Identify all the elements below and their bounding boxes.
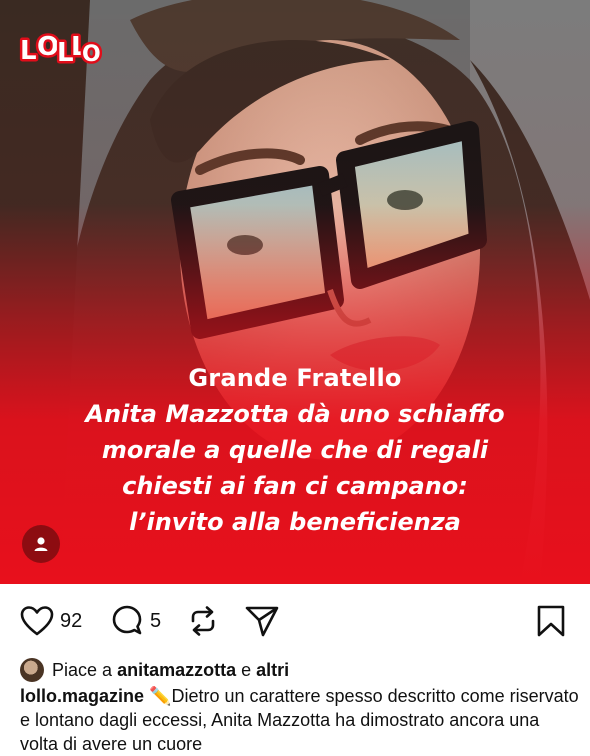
svg-text:L: L [20, 36, 37, 66]
share-button[interactable] [244, 584, 280, 658]
comment-button[interactable]: 5 [110, 584, 161, 658]
headline-line: Anita Mazzotta dà uno schiaffo [85, 400, 505, 428]
comment-count: 5 [150, 609, 162, 632]
likes-user[interactable]: anitamazzotta [117, 660, 236, 681]
action-bar: 92 5 [0, 584, 590, 658]
user-tag-button[interactable] [22, 525, 60, 563]
headline-kicker: Grande Fratello [188, 364, 402, 392]
svg-text:O: O [37, 32, 59, 62]
pencil-icon: ✏️ [149, 686, 172, 706]
bookmark-icon [537, 605, 565, 637]
like-count: 92 [60, 609, 83, 632]
like-button[interactable]: 92 [20, 584, 82, 658]
repost-button[interactable] [186, 584, 220, 658]
headline: Grande Fratello Anita Mazzotta dà uno sc… [0, 360, 590, 540]
lollo-logo: L O L L O [18, 30, 102, 69]
headline-line: l’invito alla beneficienza [129, 508, 461, 536]
send-icon [245, 606, 279, 637]
caption-username[interactable]: lollo.magazine [20, 686, 144, 706]
avatar [20, 658, 44, 682]
likes-conj: e [241, 659, 252, 680]
svg-text:O: O [82, 42, 101, 67]
comment-icon [112, 605, 142, 635]
user-tag-icon [34, 537, 48, 551]
headline-line: chiesti ai fan ci campano: [122, 472, 468, 500]
likes-others[interactable]: altri [256, 660, 289, 681]
save-button[interactable] [536, 584, 566, 658]
headline-line: morale a quelle che di regali [101, 436, 489, 464]
post-image[interactable]: L O L L O Grande Fratello Anita Mazzotta… [0, 0, 590, 584]
likes-summary[interactable]: Piace a anitamazzotta e altri [20, 656, 289, 684]
post-caption: lollo.magazine ✏️Dietro un carattere spe… [20, 684, 580, 756]
likes-prefix: Piace a [52, 659, 113, 680]
repost-icon [191, 606, 215, 636]
heart-icon [20, 606, 54, 636]
